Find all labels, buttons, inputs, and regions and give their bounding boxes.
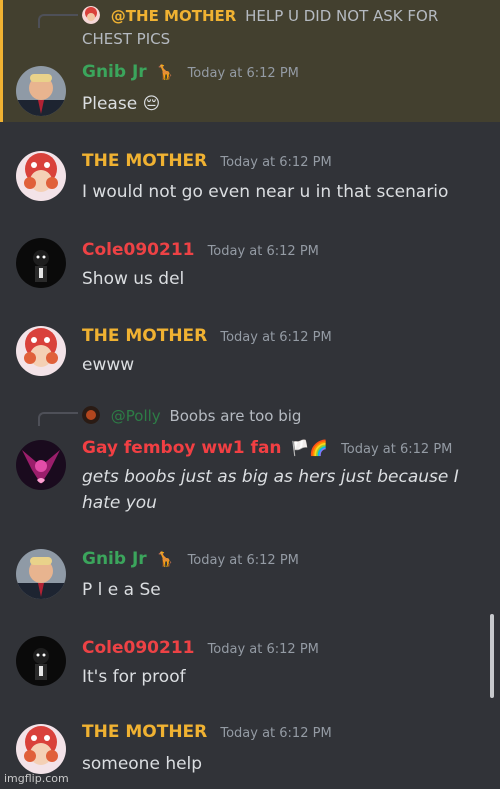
message[interactable]: Gnib Jr 🦒 Today at 6:12 PM P l e a Se (0, 543, 500, 613)
message[interactable]: THE MOTHER Today at 6:12 PM ewww (0, 318, 500, 388)
author-name[interactable]: Gnib Jr (82, 549, 147, 569)
author-name[interactable]: THE MOTHER (82, 722, 207, 742)
message-text: ewww (82, 355, 135, 375)
message-text: I would not go even near u in that scena… (82, 182, 449, 202)
reply-avatar (82, 6, 100, 24)
pride-flag-icon: 🏳️🌈 (290, 439, 328, 457)
reply-connector (38, 412, 78, 426)
author-name[interactable]: Gay femboy ww1 fan (82, 438, 282, 458)
reply-preview[interactable]: @THE MOTHER HELP U DID NOT ASK FOR (82, 6, 438, 25)
message[interactable]: THE MOTHER Today at 6:12 PM someone help (0, 716, 500, 789)
avatar[interactable] (16, 549, 66, 599)
watermark: imgflip.com (4, 772, 69, 785)
avatar[interactable] (16, 724, 66, 774)
message-text: It's for proof (82, 667, 186, 687)
author-name[interactable]: Cole090211 (82, 638, 194, 658)
reply-text: Boobs are too big (169, 407, 302, 425)
reply-text: HELP U DID NOT ASK FOR (245, 7, 439, 25)
giraffe-icon: 🦒 (155, 550, 175, 568)
message-highlighted[interactable]: @THE MOTHER HELP U DID NOT ASK FOR CHEST… (0, 0, 500, 122)
author-name[interactable]: Cole090211 (82, 240, 194, 260)
reply-text-line2: CHEST PICS (82, 30, 171, 48)
avatar[interactable] (16, 66, 66, 116)
giraffe-icon: 🦒 (155, 63, 175, 81)
timestamp: Today at 6:12 PM (207, 642, 319, 657)
reply-mention[interactable]: @THE MOTHER (111, 7, 237, 25)
timestamp: Today at 6:12 PM (220, 330, 332, 345)
reply-connector (38, 14, 78, 28)
timestamp: Today at 6:12 PM (220, 155, 332, 170)
reply-preview[interactable]: @Polly Boobs are too big (82, 406, 301, 425)
timestamp: Today at 6:12 PM (187, 66, 299, 81)
author-name[interactable]: THE MOTHER (82, 151, 207, 171)
message-text: Show us del (82, 269, 185, 289)
avatar[interactable] (16, 326, 66, 376)
avatar[interactable] (16, 636, 66, 686)
timestamp: Today at 6:12 PM (207, 244, 319, 259)
message-text: P l e a Se (82, 580, 161, 600)
reply-avatar (82, 406, 100, 424)
message-text: someone help (82, 754, 203, 774)
timestamp: Today at 6:12 PM (220, 726, 332, 741)
message-text-line2: hate you (82, 493, 157, 513)
reply-mention[interactable]: @Polly (111, 407, 161, 425)
author-name[interactable]: THE MOTHER (82, 326, 207, 346)
message-text: gets boobs just as big as hers just beca… (82, 467, 459, 487)
message-reply[interactable]: @Polly Boobs are too big Gay femboy ww1 … (0, 400, 500, 525)
author-name[interactable]: Gnib Jr (82, 62, 147, 82)
avatar[interactable] (16, 151, 66, 201)
avatar[interactable] (16, 238, 66, 288)
scrollbar[interactable] (490, 614, 494, 698)
message[interactable]: Cole090211 Today at 6:12 PM Show us del (0, 232, 500, 302)
timestamp: Today at 6:12 PM (187, 553, 299, 568)
avatar[interactable] (16, 440, 66, 490)
timestamp: Today at 6:12 PM (341, 442, 453, 457)
message[interactable]: Cole090211 Today at 6:12 PM It's for pro… (0, 630, 500, 700)
message-text: Please 😔 (82, 94, 161, 114)
message[interactable]: THE MOTHER Today at 6:12 PM I would not … (0, 143, 500, 213)
